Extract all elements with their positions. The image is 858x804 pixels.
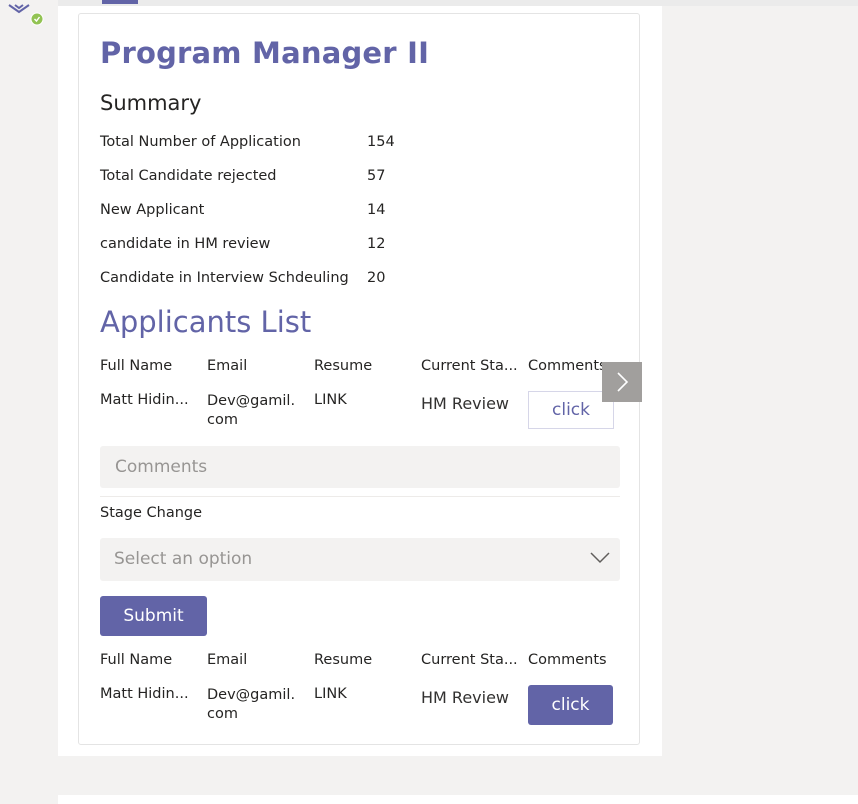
submit-button[interactable]: Submit (100, 596, 207, 636)
page-title: Program Manager II (100, 36, 430, 70)
applicant-name: Matt Hidin... (100, 392, 189, 408)
comments-click-button[interactable]: click (528, 685, 613, 725)
summary-label: candidate in HM review (100, 236, 271, 252)
column-header-resume: Resume (314, 652, 373, 668)
chevron-right-icon (617, 372, 629, 392)
applicant-name: Matt Hidin... (100, 686, 189, 702)
scroll-right-button[interactable] (602, 362, 642, 402)
summary-value: 14 (367, 202, 386, 218)
column-header-status: Current Sta... (421, 358, 518, 374)
column-header-name: Full Name (100, 652, 173, 668)
avatar-icon (8, 4, 44, 26)
summary-label: New Applicant (100, 202, 205, 218)
summary-value: 57 (367, 168, 386, 184)
summary-label: Total Candidate rejected (100, 168, 277, 184)
summary-heading: Summary (100, 91, 202, 115)
column-header-status: Current Sta... (421, 652, 518, 668)
applicant-status: HM Review (421, 394, 510, 413)
column-header-email: Email (207, 358, 248, 374)
applicant-email: Dev@gamil.com (207, 393, 296, 428)
applicants-heading: Applicants List (100, 305, 312, 339)
applicant-status: HM Review (421, 688, 510, 707)
stage-change-select[interactable]: Select an option (100, 538, 620, 581)
column-header-email: Email (207, 652, 248, 668)
column-header-comments: Comments (528, 652, 607, 668)
active-tab-indicator (102, 0, 138, 4)
stage-change-label: Stage Change (100, 505, 203, 521)
summary-value: 12 (367, 236, 386, 252)
column-header-resume: Resume (314, 358, 373, 374)
summary-value: 154 (367, 134, 395, 150)
divider (100, 496, 620, 497)
resume-link[interactable]: LINK (314, 686, 347, 702)
applicant-email: Dev@gamil.com (207, 687, 296, 722)
column-header-comments: Comments (528, 358, 607, 374)
chevron-down-icon (590, 552, 610, 564)
select-placeholder: Select an option (114, 549, 253, 569)
status-check-icon (31, 13, 43, 25)
next-panel-edge (58, 795, 858, 804)
summary-label: Total Number of Application (100, 134, 301, 150)
summary-label: Candidate in Interview Schdeuling (100, 270, 349, 286)
avatar[interactable] (6, 0, 46, 28)
column-header-name: Full Name (100, 358, 173, 374)
summary-value: 20 (367, 270, 386, 286)
resume-link[interactable]: LINK (314, 392, 347, 408)
comments-input[interactable] (100, 446, 620, 488)
